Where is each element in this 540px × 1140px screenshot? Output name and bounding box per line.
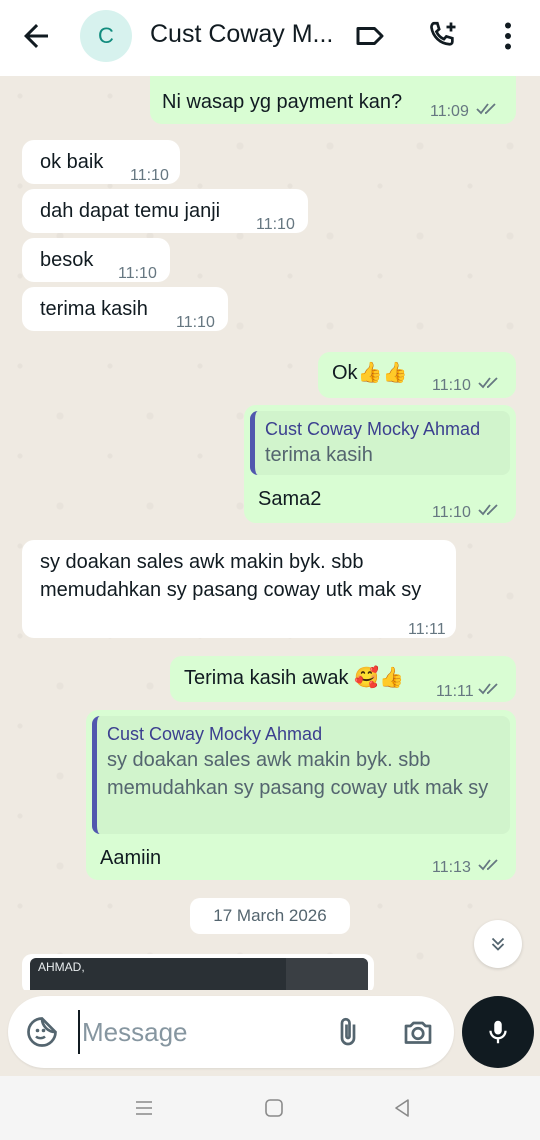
recents-icon[interactable] [132, 1096, 156, 1120]
media-message-preview[interactable]: AHMAD, [22, 954, 374, 990]
message-bubble-incoming[interactable]: dah dapat temu janji 11:10 [22, 189, 308, 233]
message-bubble-incoming[interactable]: besok 11:10 [22, 238, 170, 282]
quoted-sender-name: Cust Coway Mocky Ahmad [107, 724, 323, 744]
message-composer [8, 996, 454, 1068]
quoted-sender-name: Cust Coway Mocky Ahmad [265, 419, 481, 439]
message-bubble-incoming[interactable]: ok baik 11:10 [22, 140, 180, 184]
quoted-message[interactable]: Cust Coway Mocky Ahmad sy doakan sales a… [92, 716, 510, 834]
read-ticks-icon [478, 683, 498, 695]
message-time: 11:10 [432, 377, 471, 394]
message-text: terima kasih [40, 298, 148, 320]
media-thumbnail-segment [286, 958, 368, 990]
message-time: 11:11 [408, 621, 446, 638]
message-text: Ok👍👍 [332, 362, 408, 384]
message-text: ok baik [40, 151, 104, 173]
message-bubble-incoming[interactable]: sy doakan sales awk makin byk. sbb memud… [22, 540, 456, 638]
message-time: 11:10 [176, 314, 215, 331]
quoted-text: sy doakan sales awk makin byk. sbb memud… [107, 749, 489, 799]
more-vertical-icon[interactable] [490, 18, 526, 54]
media-caption: AHMAD, [38, 960, 85, 974]
message-text: Ni wasap yg payment kan? [162, 91, 403, 113]
read-ticks-icon [478, 377, 498, 389]
voice-message-button[interactable] [462, 996, 534, 1068]
media-thumbnail[interactable]: AHMAD, [30, 958, 368, 990]
message-bubble-outgoing[interactable]: Cust Coway Mocky Ahmad terima kasih Sama… [244, 405, 516, 523]
message-input[interactable] [78, 1010, 318, 1054]
read-ticks-icon [478, 504, 498, 516]
message-bubble-outgoing[interactable]: Ni wasap yg payment kan? 11:09 [150, 76, 516, 124]
avatar[interactable]: C [80, 10, 132, 62]
double-chevron-down-icon [491, 937, 505, 951]
back-icon[interactable] [390, 1096, 414, 1120]
scroll-to-bottom-button[interactable] [474, 920, 522, 968]
message-time: 11:11 [436, 683, 474, 700]
message-text: sy doakan sales awk makin byk. sbb memud… [40, 551, 422, 601]
message-text: dah dapat temu janji [40, 200, 221, 222]
chat-area[interactable]: Ni wasap yg payment kan? 11:09 ok baik 1… [0, 76, 540, 990]
chat-header: C Cust Coway M... [0, 0, 540, 76]
message-text: Sama2 [258, 488, 322, 510]
message-bubble-outgoing[interactable]: Ok👍👍 11:10 [318, 352, 516, 398]
message-text: Aamiin [100, 847, 162, 869]
message-time: 11:13 [432, 859, 471, 876]
contact-name[interactable]: Cust Coway M... [150, 20, 340, 49]
label-icon[interactable] [352, 18, 388, 54]
quoted-message[interactable]: Cust Coway Mocky Ahmad terima kasih [250, 411, 510, 475]
read-ticks-icon [476, 103, 496, 115]
system-navigation-bar [0, 1076, 540, 1140]
quoted-text: terima kasih [265, 444, 373, 466]
message-bubble-outgoing[interactable]: Cust Coway Mocky Ahmad sy doakan sales a… [86, 710, 516, 880]
camera-icon[interactable] [400, 1014, 436, 1050]
message-time: 11:10 [130, 167, 169, 184]
add-call-icon[interactable] [424, 18, 460, 54]
mic-icon [489, 1020, 507, 1044]
date-separator: 17 March 2026 [190, 898, 350, 934]
message-text: besok [40, 249, 94, 271]
message-time: 11:09 [430, 103, 469, 120]
message-time: 11:10 [432, 504, 471, 521]
message-time: 11:10 [118, 265, 157, 282]
message-bubble-outgoing[interactable]: Terima kasih awak 🥰👍 11:11 [170, 656, 516, 702]
message-time: 11:10 [256, 216, 295, 233]
attach-icon[interactable] [330, 1014, 366, 1050]
message-text: Terima kasih awak 🥰👍 [184, 667, 404, 689]
home-icon[interactable] [262, 1096, 286, 1120]
message-bubble-incoming[interactable]: terima kasih 11:10 [22, 287, 228, 331]
back-arrow-icon[interactable] [18, 18, 54, 54]
sticker-icon[interactable] [24, 1014, 60, 1050]
read-ticks-icon [478, 859, 498, 871]
